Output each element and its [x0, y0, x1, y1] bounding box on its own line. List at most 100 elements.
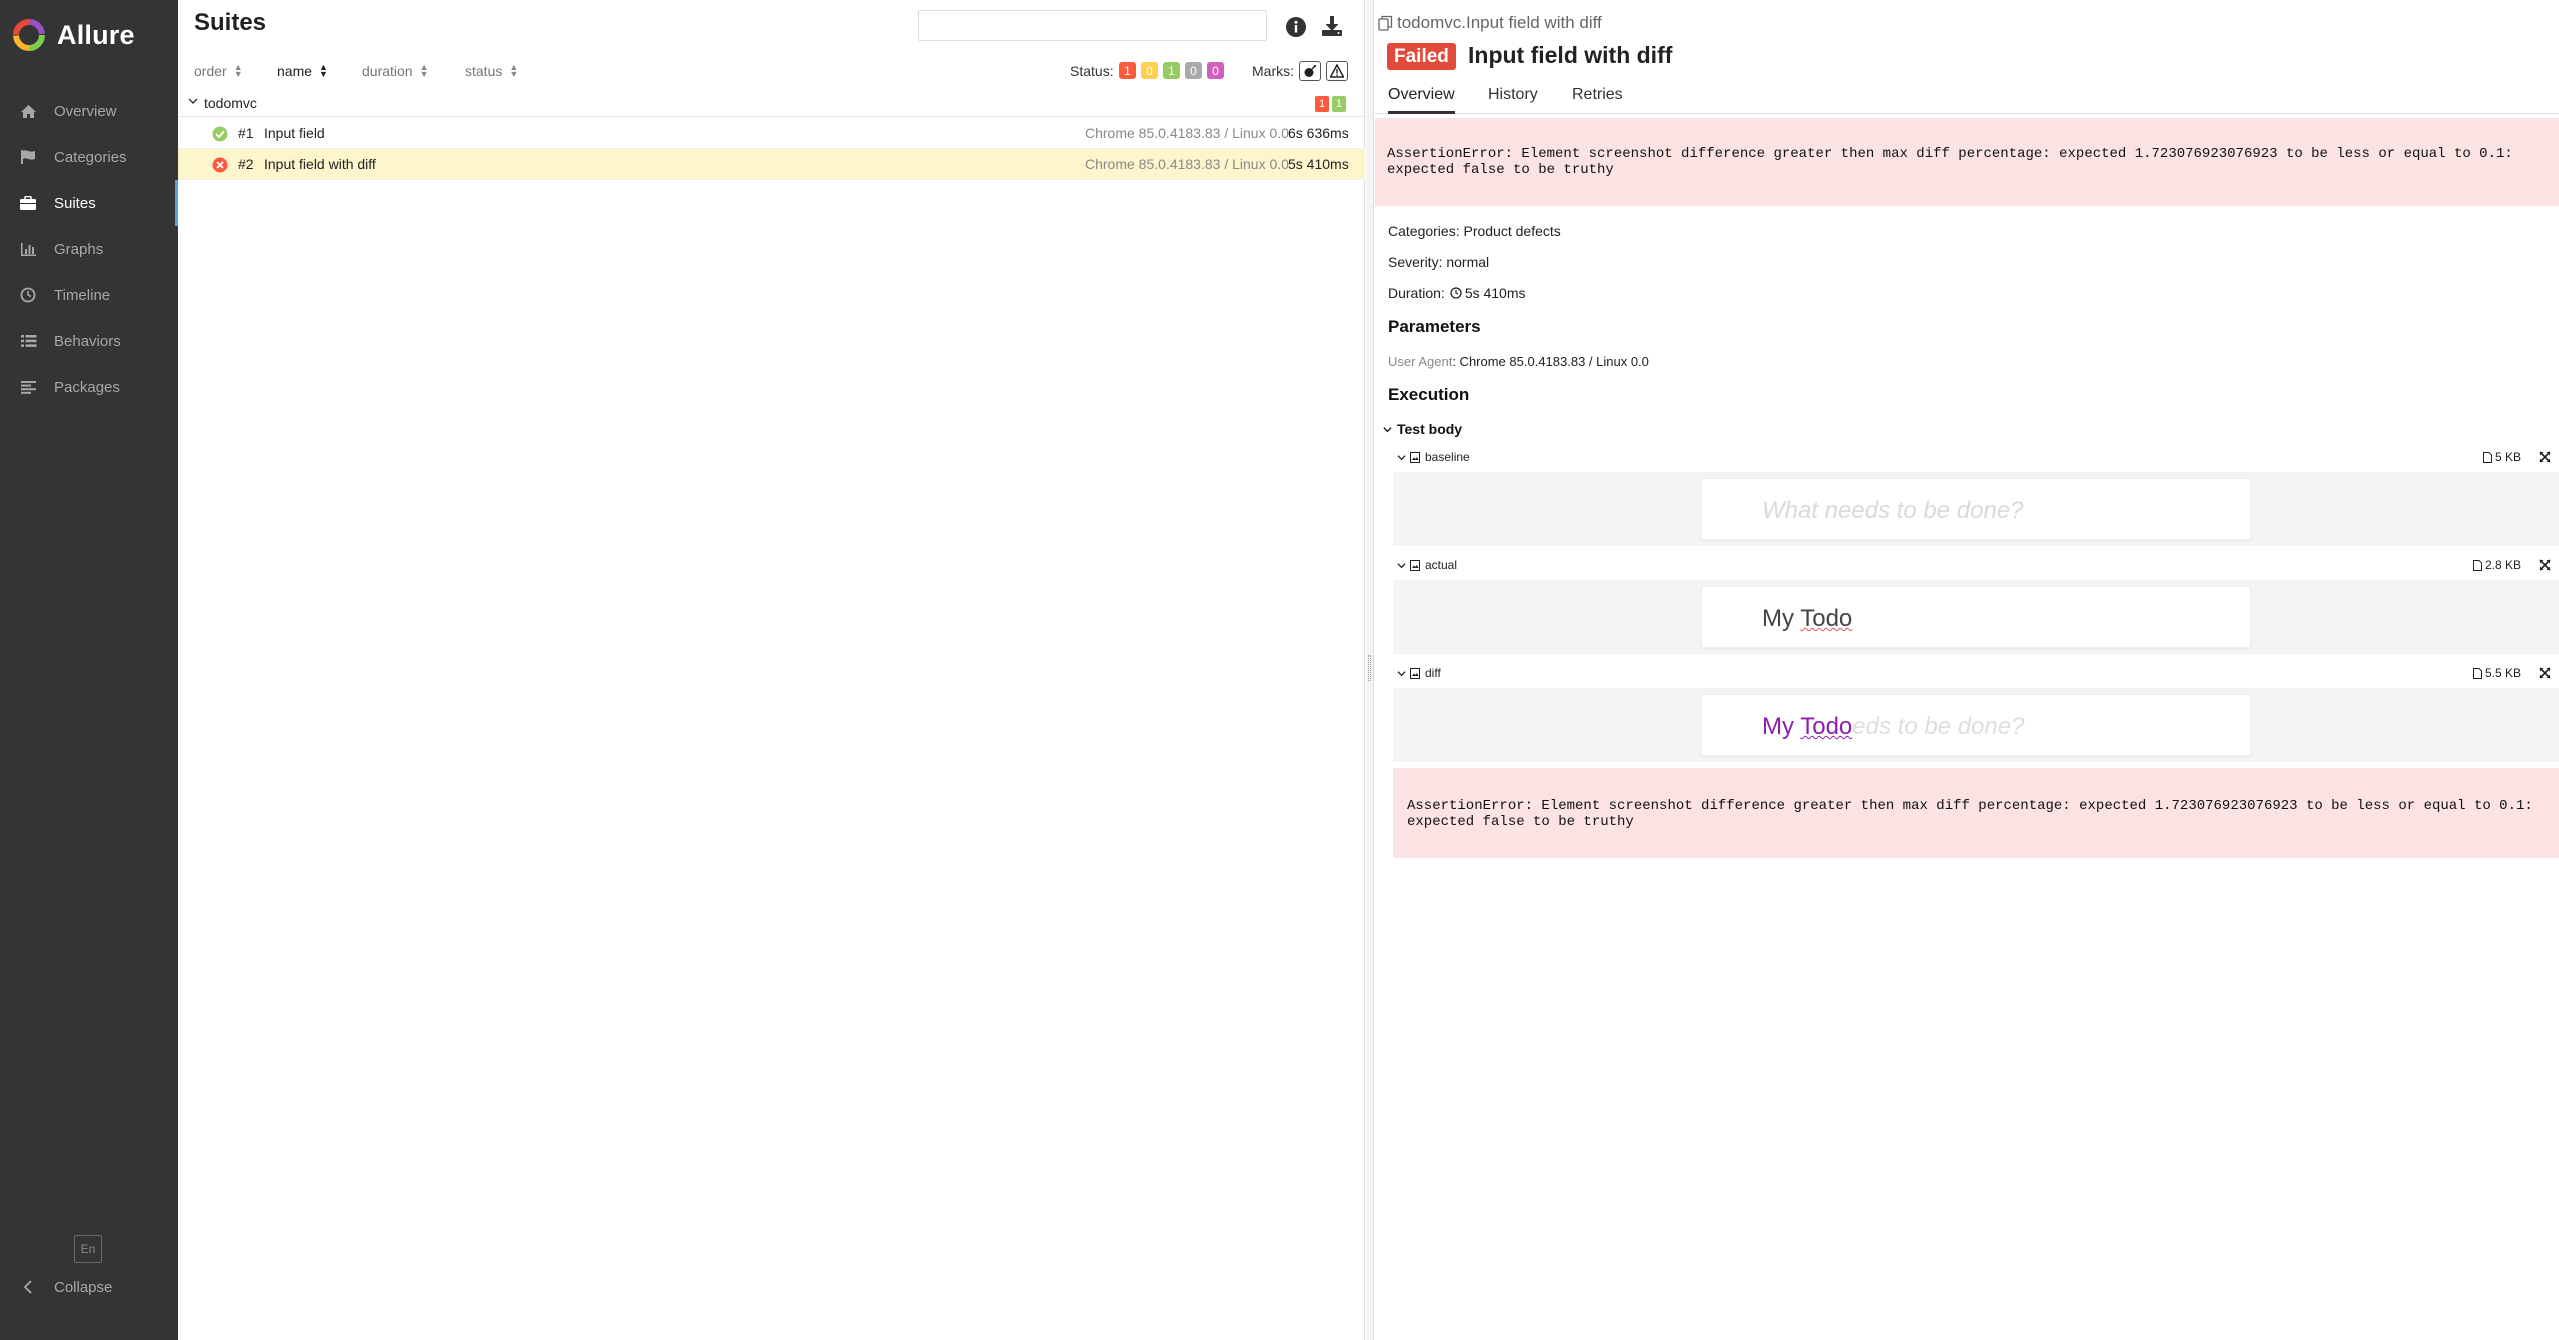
diff-value: My Todoeds to be done? — [1762, 713, 2024, 741]
attachment-size: 5 KB — [2494, 450, 2521, 464]
sort-status-label: status — [465, 63, 503, 79]
search-input[interactable] — [918, 10, 1267, 41]
error-line: expected false to be truthy — [1407, 814, 1634, 830]
brand-name: Allure — [57, 19, 135, 50]
step-test-body[interactable]: Test body — [1383, 421, 1462, 437]
categories-line: Categories: Product defects — [1388, 223, 1561, 239]
copy-icon[interactable] — [1378, 15, 1393, 31]
sort-status[interactable]: status ▲ ▼ — [465, 62, 519, 80]
chevron-down-icon — [1397, 454, 1406, 460]
attachment-actual-preview: My Todo — [1393, 580, 2559, 654]
collapse-button[interactable]: Collapse — [18, 1272, 112, 1302]
clock-icon — [18, 285, 38, 305]
sidebar-item-graphs[interactable]: Graphs — [0, 226, 178, 272]
sidebar-item-categories[interactable]: Categories — [0, 134, 178, 180]
status-badge: Failed — [1387, 43, 1456, 70]
test-row[interactable]: #1 Input field Chrome 85.0.4183.83 / Lin… — [178, 118, 1365, 149]
execution-heading: Execution — [1388, 385, 1470, 404]
sort-order-label: order — [194, 63, 227, 79]
test-row[interactable]: #2 Input field with diff Chrome 85.0.418… — [178, 149, 1365, 180]
test-duration: 5s 410ms — [1288, 156, 1349, 172]
todo-value: My Todo — [1762, 605, 1852, 633]
parameter-key: User Agent — [1388, 354, 1453, 369]
attachment-baseline-header[interactable]: baseline 5 KB — [1397, 450, 2559, 468]
mark-flaky-button[interactable] — [1299, 61, 1321, 81]
image-file-icon — [1410, 667, 1420, 679]
error-line: AssertionError: Element screenshot diffe… — [1407, 798, 2533, 814]
attachment-baseline-preview: What needs to be done? — [1393, 472, 2559, 546]
todo-input-image: What needs to be done? — [1701, 478, 2251, 540]
marks-filter-label: Marks: — [1252, 63, 1294, 79]
sort-name[interactable]: name ▲ ▼ — [277, 62, 328, 80]
attachment-actual-header[interactable]: actual 2.8 KB — [1397, 558, 2559, 576]
tab-history[interactable]: History — [1488, 86, 1538, 114]
error-line: expected false to be truthy — [1387, 162, 1614, 178]
todo-value-word: My — [1762, 605, 1794, 632]
duration-line: Duration: 5s 410ms — [1388, 285, 1526, 301]
severity-line: Severity: normal — [1388, 254, 1490, 270]
image-file-icon — [1410, 451, 1420, 463]
sidebar-item-label: Graphs — [54, 240, 104, 258]
sidebar-item-label: Categories — [54, 148, 127, 166]
suite-group-row[interactable]: todomvc 1 1 — [178, 91, 1365, 117]
allure-logo-icon — [13, 19, 45, 51]
expand-icon[interactable] — [2539, 559, 2551, 571]
status-filter-unknown[interactable]: 0 — [1207, 62, 1224, 79]
error-message: AssertionError: Element screenshot diffe… — [1375, 118, 2559, 206]
status-filter-passed[interactable]: 1 — [1163, 62, 1180, 79]
chevron-down-icon — [1383, 426, 1392, 432]
tab-overview[interactable]: Overview — [1388, 86, 1455, 114]
test-params: Chrome 85.0.4183.83 / Linux 0.0 — [1085, 156, 1289, 172]
sort-duration[interactable]: duration ▲ ▼ — [362, 63, 429, 80]
tab-retries[interactable]: Retries — [1572, 86, 1623, 114]
attachment-name: actual — [1425, 558, 1458, 572]
align-left-icon — [18, 377, 38, 397]
sidebar-item-timeline[interactable]: Timeline — [0, 272, 178, 318]
duration-value: 5s 410ms — [1464, 285, 1526, 301]
brand[interactable]: Allure — [0, 0, 178, 70]
image-file-icon — [1410, 559, 1420, 571]
sidebar-nav: Overview Categories Suites Graphs Timeli… — [0, 88, 178, 410]
status-filter-broken[interactable]: 0 — [1141, 62, 1158, 79]
attachment-diff-header[interactable]: diff 5.5 KB — [1397, 666, 2559, 684]
sort-name-label: name — [277, 63, 313, 79]
expand-icon[interactable] — [2539, 667, 2551, 679]
clock-icon — [1450, 287, 1462, 299]
suite-group-name: todomvc — [204, 95, 257, 111]
sort-arrows-icon: ▲ ▼ — [319, 62, 328, 79]
breadcrumb-text: todomvc.Input field with diff — [1397, 13, 1602, 32]
todo-value-word: Todo — [1800, 713, 1853, 740]
chevron-down-icon — [1397, 562, 1406, 568]
status-filter-skipped[interactable]: 0 — [1185, 62, 1202, 79]
parameter-row: User Agent: Chrome 85.0.4183.83 / Linux … — [1388, 354, 1649, 369]
expand-icon[interactable] — [2539, 451, 2551, 463]
sidebar-item-behaviors[interactable]: Behaviors — [0, 318, 178, 364]
test-name: Input field — [264, 125, 325, 141]
chevron-down-icon — [188, 98, 198, 104]
home-icon — [18, 101, 38, 121]
sidebar-item-overview[interactable]: Overview — [0, 88, 178, 134]
todo-input-image: My Todoeds to be done? — [1701, 694, 2251, 756]
breadcrumb: todomvc.Input field with diff — [1378, 13, 1602, 33]
sort-arrows-icon: ▲ ▼ — [509, 62, 519, 79]
sort-order[interactable]: order ▲ ▼ — [194, 63, 243, 80]
test-name: Input field with diff — [264, 156, 376, 172]
sidebar-item-label: Packages — [54, 378, 120, 396]
download-icon[interactable] — [1321, 15, 1343, 37]
status-filter-failed[interactable]: 1 — [1119, 62, 1136, 79]
status-filter-label: Status: — [1070, 63, 1114, 79]
sidebar: Allure Overview Categories Suites Graphs — [0, 0, 178, 1340]
duration-label: Duration: — [1388, 285, 1445, 301]
language-button[interactable]: En — [74, 1235, 102, 1263]
sidebar-item-suites[interactable]: Suites — [0, 180, 178, 226]
info-icon[interactable] — [1285, 16, 1307, 38]
detail-tabs: Overview History Retries — [1375, 82, 2559, 114]
sidebar-item-label: Suites — [54, 194, 96, 212]
mark-new-failed-button[interactable] — [1326, 61, 1348, 81]
x-circle-icon — [212, 157, 228, 173]
splitter-grip-icon[interactable] — [1368, 655, 1371, 681]
sidebar-item-label: Overview — [54, 102, 117, 120]
sidebar-item-packages[interactable]: Packages — [0, 364, 178, 410]
attachment-diff-preview: My Todoeds to be done? — [1393, 688, 2559, 762]
page-title: Suites — [194, 9, 267, 36]
